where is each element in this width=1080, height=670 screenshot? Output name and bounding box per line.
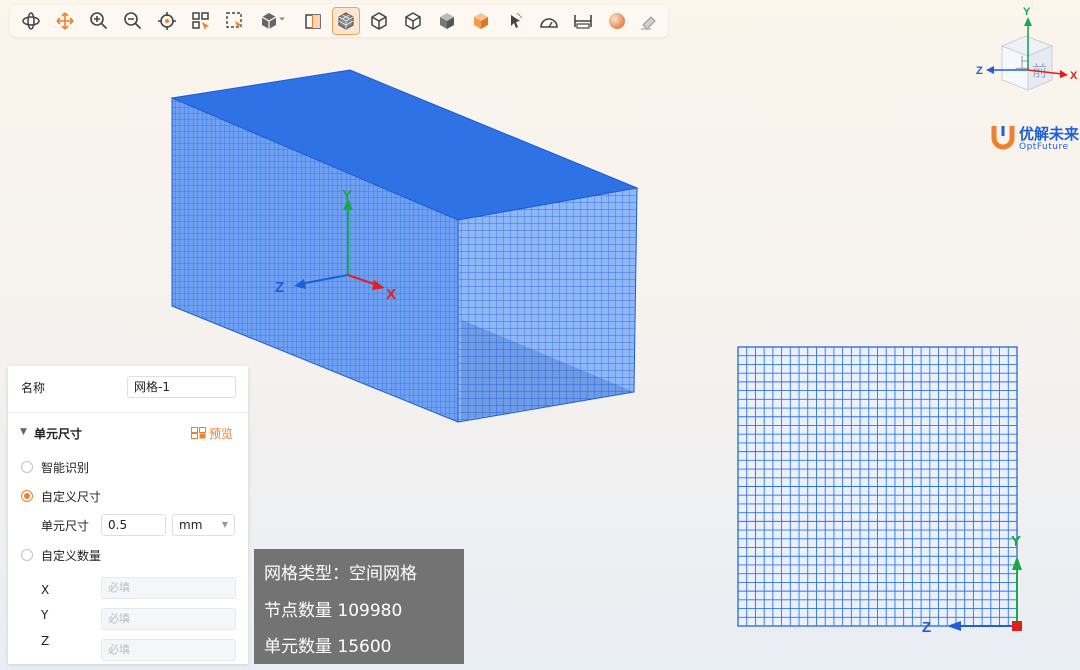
section-title[interactable]: 单元尺寸 [34, 425, 82, 442]
cube-axis-x: X [1070, 70, 1078, 82]
unit-value: mm [179, 518, 203, 532]
collapse-arrow-icon[interactable]: ▼ [20, 427, 27, 437]
count-y-label: Y [41, 608, 49, 622]
mesh-view-2d[interactable]: Y Z [715, 338, 1055, 650]
count-z-label: Z [41, 634, 50, 648]
brand-logo: 优解未来 OptFuture [990, 124, 1080, 156]
count-x-input[interactable]: 必填 [101, 577, 236, 599]
axis-label-z: Z [275, 279, 284, 296]
cube-axis-y: Y [1023, 6, 1031, 18]
name-input[interactable]: 网格-1 [127, 376, 236, 398]
mesh-type-text: 网格类型：空间网格 [264, 564, 417, 584]
node-count-text: 节点数量 109980 [264, 601, 403, 621]
option-custom-size[interactable]: 自定义尺寸 [41, 488, 101, 505]
unit-select[interactable]: mm ▼ [172, 514, 235, 536]
radio-custom-count[interactable] [21, 549, 33, 561]
axis2d-label-z: Z [922, 619, 931, 636]
option-custom-count[interactable]: 自定义数量 [41, 547, 101, 564]
option-smart-detect[interactable]: 智能识别 [41, 459, 89, 476]
divider [8, 412, 248, 413]
orientation-cube[interactable]: 上 前 Y Z X [972, 4, 1080, 116]
mesh-property-panel: 名称 网格-1 ▼ 单元尺寸 预览 智能识别 自定义尺寸 单元尺寸 0.5 mm… [8, 366, 248, 664]
preview-icon[interactable] [191, 427, 206, 439]
name-label: 名称 [21, 381, 46, 395]
count-y-input[interactable]: 必填 [101, 608, 236, 630]
axis2d-label-y: Y [1011, 533, 1021, 550]
axis-label-x: X [386, 286, 396, 303]
count-z-input[interactable]: 必填 [101, 639, 236, 661]
chevron-down-icon: ▼ [221, 520, 228, 529]
logo-u-mark [991, 126, 1015, 150]
radio-custom-size[interactable] [21, 490, 33, 502]
mesh-info-box: 网格类型：空间网格 节点数量 109980 单元数量 15600 [254, 549, 464, 664]
radio-smart-detect[interactable] [21, 461, 33, 473]
axis-label-y: Y [342, 187, 352, 204]
element-count-text: 单元数量 15600 [264, 637, 392, 657]
logo-text-cn: 优解未来 [1019, 125, 1080, 143]
cube-axis-z: Z [976, 65, 983, 77]
element-size-label: 单元尺寸 [41, 519, 90, 533]
preview-button[interactable]: 预览 [209, 425, 233, 442]
element-size-input[interactable]: 0.5 [101, 514, 166, 536]
count-x-label: X [41, 583, 50, 597]
logo-text-en: OptFuture [1019, 142, 1069, 152]
